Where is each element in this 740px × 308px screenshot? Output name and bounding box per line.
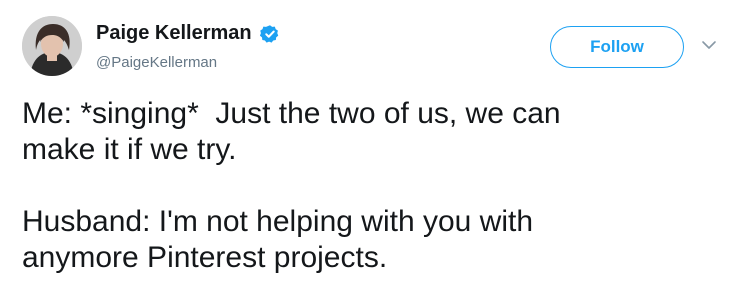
- verified-badge-icon: [259, 24, 278, 43]
- tweet-card: Paige Kellerman @PaigeKellerman Follow M…: [0, 0, 740, 308]
- tweet-body: Me: *singing* Just the two of us, we can…: [22, 96, 722, 276]
- author-handle[interactable]: @PaigeKellerman: [96, 54, 217, 71]
- avatar[interactable]: [22, 16, 82, 76]
- tweet-paragraph: Husband: I'm not helping with you with a…: [22, 205, 534, 274]
- author-name-text[interactable]: Paige Kellerman: [96, 22, 252, 45]
- tweet-paragraph: Me: *singing* Just the two of us, we can…: [22, 97, 561, 166]
- follow-button[interactable]: Follow: [550, 26, 684, 68]
- author-display-name[interactable]: Paige Kellerman: [96, 22, 280, 45]
- user-avatar-icon: [22, 16, 82, 76]
- chevron-down-icon[interactable]: [700, 36, 718, 54]
